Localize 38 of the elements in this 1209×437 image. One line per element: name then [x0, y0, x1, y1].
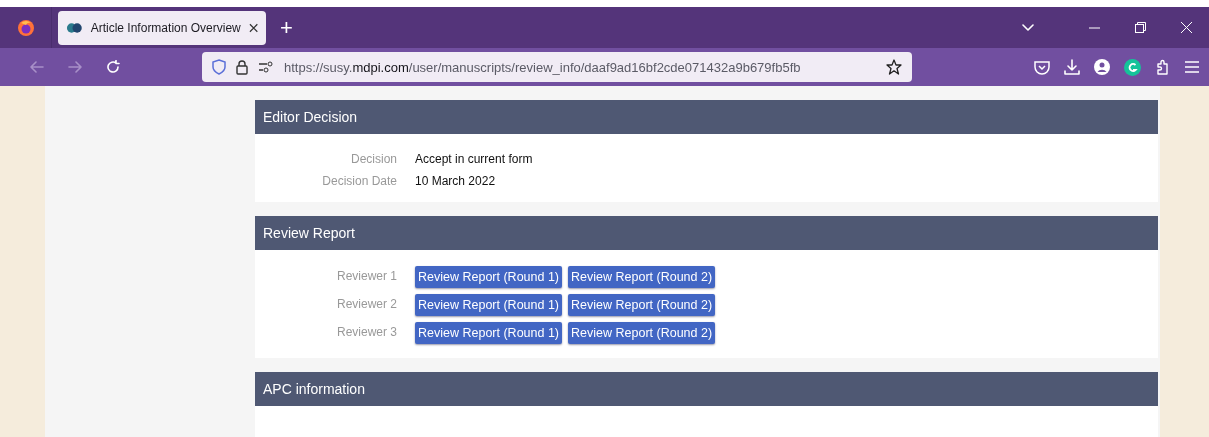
- url-text: https://susy.mdpi.com/user/manuscripts/review_info/daaf9ad16bf2cde071432a9b679fb5fb: [284, 59, 802, 75]
- browser-logo-icon[interactable]: [16, 18, 35, 37]
- close-icon[interactable]: [248, 22, 258, 33]
- reviewer-label: Reviewer 2: [335, 296, 397, 311]
- star-icon[interactable]: [886, 59, 902, 75]
- section-header: Review Report: [255, 216, 1158, 250]
- restore-icon[interactable]: [1134, 22, 1146, 33]
- review-report-button[interactable]: Review Report (Round 1): [415, 266, 563, 288]
- review-report-button[interactable]: Review Report (Round 2): [568, 322, 716, 344]
- field-label: Decision Date: [321, 174, 397, 188]
- field-value: Accept in current form: [415, 152, 533, 166]
- download-icon[interactable]: [1064, 59, 1080, 75]
- extension-logo-icon[interactable]: [1124, 58, 1141, 76]
- review-report-button[interactable]: Review Report (Round 1): [415, 294, 563, 316]
- review-report-button[interactable]: Review Report (Round 1): [415, 322, 563, 344]
- review-report-button[interactable]: Review Report (Round 2): [568, 294, 716, 316]
- new-tab-button[interactable]: +: [280, 16, 293, 39]
- minimize-icon[interactable]: [1088, 26, 1100, 29]
- tab-title: Article Information Overview: [90, 20, 241, 35]
- chevron-down-icon[interactable]: [1022, 23, 1034, 32]
- permissions-icon[interactable]: [258, 61, 274, 73]
- field-label: Decision: [349, 152, 397, 166]
- reload-icon[interactable]: [106, 60, 120, 74]
- reviewer-label: Reviewer 1: [335, 268, 397, 283]
- field-value: 10 March 2022: [415, 174, 496, 188]
- site-logo-icon: [66, 22, 83, 33]
- browser-tab[interactable]: Article Information Overview: [58, 10, 266, 45]
- menu-icon[interactable]: [1185, 61, 1199, 73]
- section-header: Editor Decision: [255, 100, 1158, 134]
- extensions-icon[interactable]: [1155, 59, 1171, 75]
- address-bar[interactable]: https://susy.mdpi.com/user/manuscripts/review_info/daaf9ad16bf2cde071432a9b679fb5fb: [202, 52, 912, 82]
- reviewer-label: Reviewer 3: [335, 324, 397, 339]
- section-header: APC information: [255, 372, 1158, 406]
- pocket-icon[interactable]: [1034, 59, 1050, 75]
- shield-icon[interactable]: [212, 59, 226, 75]
- account-icon[interactable]: [1094, 59, 1110, 75]
- lock-icon[interactable]: [236, 59, 248, 75]
- review-report-button[interactable]: Review Report (Round 2): [568, 266, 716, 288]
